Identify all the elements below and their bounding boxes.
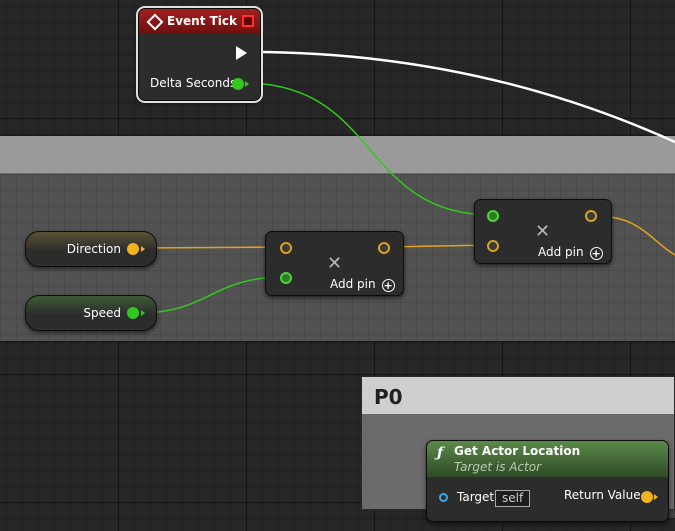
wire-delta-seconds	[243, 82, 493, 216]
multiply-1-input-b-pin[interactable]	[280, 272, 292, 284]
multiply-1-output-pin[interactable]	[378, 242, 390, 254]
add-pin-label: Add pin	[330, 277, 376, 291]
direction-arrow-icon	[141, 246, 145, 252]
direction-label: Direction	[66, 242, 121, 256]
return-value-arrow-icon	[654, 494, 658, 500]
speed-out-pin[interactable]	[127, 307, 139, 319]
multiply-2-input-b-pin[interactable]	[487, 240, 499, 252]
speed-label: Speed	[83, 306, 121, 320]
multiply-1-add-pin-button[interactable]: Add pin +	[330, 277, 395, 292]
speed-arrow-icon	[141, 310, 145, 316]
target-label: Target	[457, 490, 495, 504]
speed-variable-node[interactable]: Speed	[25, 295, 157, 331]
target-pin[interactable]	[439, 493, 448, 502]
diamond-event-icon	[146, 13, 164, 31]
event-tick-node[interactable]: Event Tick Delta Seconds	[138, 8, 261, 101]
get-actor-location-subtitle: Target is Actor	[454, 460, 542, 474]
exec-wire	[249, 50, 675, 144]
event-tick-header[interactable]: Event Tick	[139, 9, 260, 33]
delta-seconds-pin[interactable]	[232, 78, 244, 90]
multiply-2-input-a-pin[interactable]	[487, 210, 499, 222]
event-tick-title: Event Tick	[167, 14, 238, 28]
return-value-pin[interactable]	[641, 491, 653, 503]
multiply-node-2[interactable]: ✕ Add pin +	[474, 199, 612, 264]
function-f-icon: ƒ	[437, 445, 444, 461]
plus-circle-icon: +	[381, 279, 395, 292]
event-tick-close-icon[interactable]	[242, 15, 254, 27]
wire-speed	[137, 276, 286, 314]
direction-variable-node[interactable]: Direction	[25, 231, 157, 267]
multiply-node-1[interactable]: ✕ Add pin +	[265, 231, 404, 296]
multiply-2-add-pin-button[interactable]: Add pin +	[538, 245, 603, 260]
get-actor-location-header[interactable]: ƒ Get Actor Location Target is Actor	[427, 441, 668, 477]
target-self-field[interactable]: self	[495, 490, 531, 507]
times-icon: ✕	[535, 221, 551, 242]
return-value-label: Return Value	[564, 488, 641, 502]
exec-out-pin[interactable]	[236, 46, 247, 60]
add-pin-label: Add pin	[538, 245, 584, 259]
times-icon: ✕	[327, 253, 343, 274]
plus-circle-icon: +	[589, 247, 603, 260]
direction-out-pin[interactable]	[127, 243, 139, 255]
delta-seconds-label: Delta Seconds	[150, 76, 237, 90]
multiply-1-input-a-pin[interactable]	[280, 242, 292, 254]
delta-seconds-arrow-icon	[245, 81, 249, 87]
wire-direction	[137, 246, 286, 249]
multiply-2-output-pin[interactable]	[585, 210, 597, 222]
